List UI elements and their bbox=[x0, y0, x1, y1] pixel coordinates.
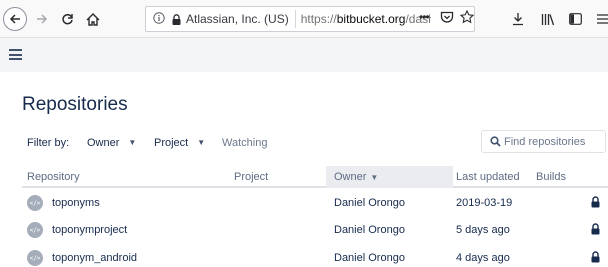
repo-last-updated: 5 days ago bbox=[456, 224, 510, 236]
table-row[interactable]: </> toponymproject Daniel Orongo 5 days … bbox=[22, 218, 608, 244]
hamburger-menu-icon[interactable] bbox=[9, 49, 22, 60]
lock-icon bbox=[591, 223, 600, 235]
table-header: Repository Project Owner ▼ Last updated … bbox=[22, 166, 608, 188]
owner-filter-dropdown[interactable]: Owner ▼ bbox=[87, 137, 136, 149]
repo-avatar-icon: </> bbox=[27, 250, 43, 266]
page-actions-button[interactable]: ••• bbox=[419, 10, 430, 24]
chevron-down-icon: ▼ bbox=[128, 137, 137, 147]
back-button[interactable] bbox=[3, 7, 27, 31]
repository-search[interactable] bbox=[481, 130, 606, 153]
url-host: bitbucket.org bbox=[336, 12, 406, 26]
download-icon[interactable] bbox=[512, 10, 524, 28]
project-filter-label: Project bbox=[154, 137, 189, 149]
column-owner[interactable]: Owner ▼ bbox=[334, 171, 378, 183]
app-header bbox=[0, 38, 608, 72]
column-owner-label: Owner bbox=[334, 171, 367, 183]
filter-label: Filter by: bbox=[27, 137, 70, 149]
home-button[interactable] bbox=[83, 8, 103, 30]
home-icon bbox=[86, 12, 100, 26]
repo-name-link[interactable]: toponymproject bbox=[52, 224, 127, 236]
arrow-left-icon bbox=[9, 14, 20, 24]
star-icon[interactable] bbox=[459, 9, 475, 27]
sort-desc-icon: ▼ bbox=[370, 172, 379, 182]
repo-last-updated: 4 days ago bbox=[456, 252, 510, 264]
pocket-icon[interactable] bbox=[440, 11, 454, 27]
owner-filter-label: Owner bbox=[87, 137, 120, 149]
column-project[interactable]: Project bbox=[234, 171, 268, 183]
reload-button[interactable] bbox=[58, 8, 76, 30]
repo-avatar-icon: </> bbox=[27, 222, 43, 238]
column-repository[interactable]: Repository bbox=[27, 171, 80, 183]
search-input[interactable] bbox=[504, 135, 604, 148]
watching-filter[interactable]: Watching bbox=[222, 137, 267, 149]
library-icon[interactable] bbox=[541, 10, 555, 28]
repo-avatar-icon: </> bbox=[27, 195, 43, 211]
info-icon[interactable] bbox=[151, 11, 167, 27]
repo-owner: Daniel Orongo bbox=[334, 252, 405, 264]
repo-owner: Daniel Orongo bbox=[334, 224, 405, 236]
arrow-right-icon bbox=[37, 14, 48, 24]
filter-bar: Filter by: Owner ▼ Project ▼ Watching bbox=[0, 130, 608, 156]
column-builds[interactable]: Builds bbox=[536, 171, 566, 183]
browser-toolbar: Atlassian, Inc. (US) https://bitbucket.o… bbox=[0, 0, 608, 38]
table-row[interactable]: </> toponym_android Daniel Orongo 4 days… bbox=[22, 246, 608, 267]
repo-name-link[interactable]: toponym_android bbox=[52, 252, 137, 264]
column-last-updated[interactable]: Last updated bbox=[456, 171, 520, 183]
table-row[interactable]: </> toponyms Daniel Orongo 2019-03-19 bbox=[22, 191, 608, 217]
search-icon bbox=[490, 136, 501, 147]
url-prefix: https:// bbox=[300, 12, 337, 26]
project-filter-dropdown[interactable]: Project ▼ bbox=[154, 137, 205, 149]
forward-button[interactable] bbox=[33, 8, 51, 30]
sidebar-icon[interactable] bbox=[569, 10, 582, 28]
padlock-icon bbox=[169, 13, 183, 25]
chevron-down-icon: ▼ bbox=[197, 137, 206, 147]
repo-last-updated: 2019-03-19 bbox=[456, 197, 513, 209]
page-title: Repositories bbox=[22, 94, 128, 115]
lock-icon bbox=[591, 251, 600, 263]
repo-owner: Daniel Orongo bbox=[334, 197, 405, 209]
url-text[interactable]: https://bitbucket.org/dashb bbox=[301, 12, 431, 26]
menu-icon[interactable] bbox=[597, 10, 608, 28]
reload-icon bbox=[61, 13, 73, 24]
lock-icon bbox=[591, 196, 600, 208]
repo-name-link[interactable]: toponyms bbox=[52, 197, 100, 209]
site-identity[interactable]: Atlassian, Inc. (US) bbox=[186, 10, 296, 28]
